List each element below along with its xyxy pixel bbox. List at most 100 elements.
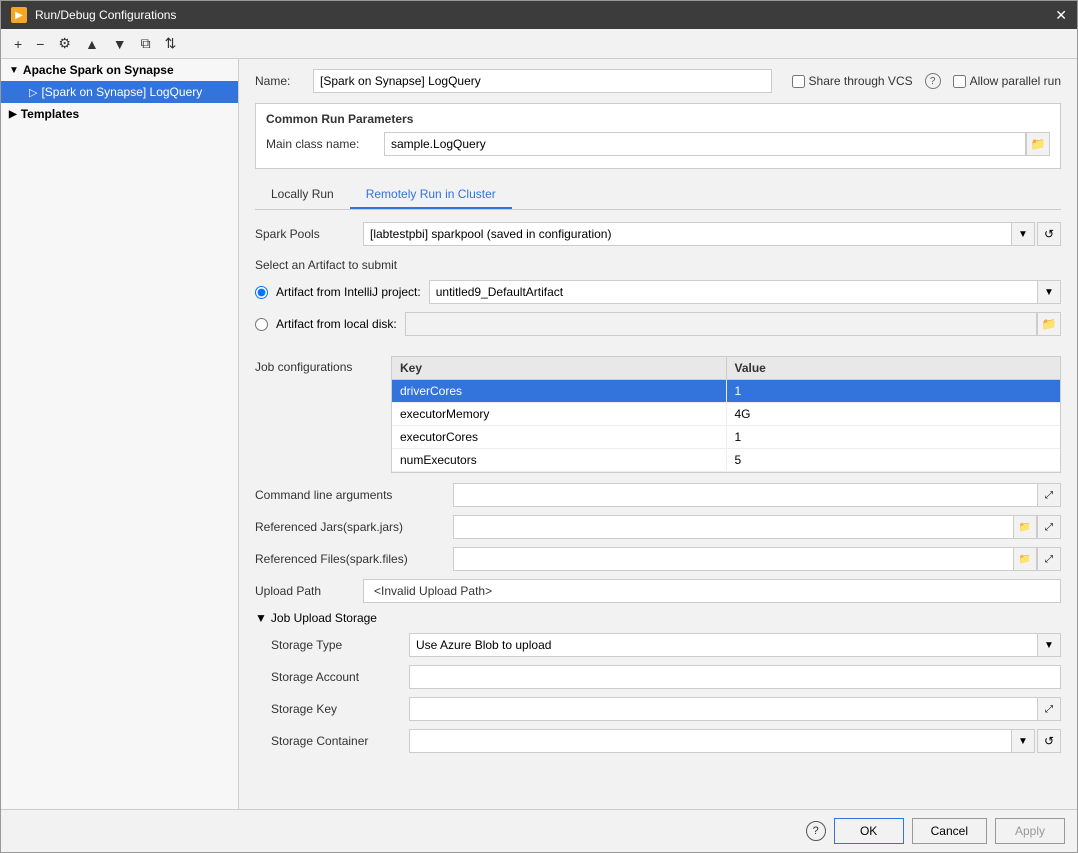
sidebar-group-templates[interactable]: ▶ Templates xyxy=(1,103,238,125)
job-config-label: Job configurations xyxy=(255,356,375,473)
referenced-files-input-wrapper: 📁 ⤢ xyxy=(453,547,1061,571)
common-params-label: Common Run Parameters xyxy=(266,112,1050,126)
copy2-button[interactable]: ⧉ xyxy=(136,32,156,55)
referenced-files-input[interactable] xyxy=(453,547,1013,571)
artifact-disk-radio[interactable] xyxy=(255,318,268,331)
main-class-row: Main class name: 📁 xyxy=(266,132,1050,156)
storage-type-dropdown-arrow[interactable]: ▼ xyxy=(1037,633,1061,657)
storage-collapse-icon: ▼ xyxy=(255,611,267,625)
table-row[interactable]: executorMemory 4G xyxy=(392,403,1060,426)
artifact-intellij-label: Artifact from IntelliJ project: xyxy=(276,285,421,299)
common-run-parameters: Common Run Parameters Main class name: 📁 xyxy=(255,103,1061,169)
referenced-files-expand-button[interactable]: ⤢ xyxy=(1037,547,1061,571)
artifact-intellij-radio[interactable] xyxy=(255,286,268,299)
run-debug-configurations-window: ▶ Run/Debug Configurations ✕ + − ⚙ ▲ ▼ ⧉… xyxy=(0,0,1078,853)
job-upload-storage-header[interactable]: ▼ Job Upload Storage xyxy=(255,611,1061,625)
table-row[interactable]: executorCores 1 xyxy=(392,426,1060,449)
name-label: Name: xyxy=(255,74,305,88)
up-button[interactable]: ▲ xyxy=(80,33,104,55)
table-header: Key Value xyxy=(392,357,1060,380)
sidebar: ▼ Apache Spark on Synapse ▷ [Spark on Sy… xyxy=(1,59,239,809)
storage-account-input[interactable] xyxy=(409,665,1061,689)
command-line-row: Command line arguments ⤢ xyxy=(255,483,1061,507)
table-row[interactable]: driverCores 1 xyxy=(392,380,1060,403)
right-panel: Name: Share through VCS ? Allow parallel… xyxy=(239,59,1077,809)
command-line-input-wrapper: ⤢ xyxy=(453,483,1061,507)
command-line-expand-button[interactable]: ⤢ xyxy=(1037,483,1061,507)
allow-parallel-checkbox[interactable] xyxy=(953,75,966,88)
templates-arrow-icon: ▶ xyxy=(9,109,17,120)
spark-pools-label: Spark Pools xyxy=(255,227,355,241)
storage-account-label: Storage Account xyxy=(271,670,401,684)
table-cell-key: driverCores xyxy=(392,380,727,402)
close-button[interactable]: ✕ xyxy=(1055,7,1067,24)
referenced-files-row: Referenced Files(spark.files) 📁 ⤢ xyxy=(255,547,1061,571)
allow-parallel-label[interactable]: Allow parallel run xyxy=(953,74,1061,88)
templates-label: Templates xyxy=(21,107,79,121)
artifact-disk-row: Artifact from local disk: 📁 xyxy=(255,312,1061,336)
artifact-disk-input-wrapper: 📁 xyxy=(405,312,1061,336)
referenced-jars-label: Referenced Jars(spark.jars) xyxy=(255,520,445,534)
referenced-jars-input-wrapper: 📁 ⤢ xyxy=(453,515,1061,539)
artifact-disk-browse-button[interactable]: 📁 xyxy=(1037,312,1061,336)
name-input[interactable] xyxy=(313,69,772,93)
spark-pools-row: Spark Pools [labtestpbi] sparkpool (save… xyxy=(255,222,1061,246)
storage-key-label: Storage Key xyxy=(271,702,401,716)
artifact-section: Select an Artifact to submit Artifact fr… xyxy=(255,258,1061,344)
window-title: Run/Debug Configurations xyxy=(35,8,176,22)
sidebar-item-log-query[interactable]: ▷ [Spark on Synapse] LogQuery xyxy=(1,81,238,103)
value-header: Value xyxy=(727,357,1061,379)
artifact-intellij-select[interactable]: untitled9_DefaultArtifact xyxy=(429,280,1037,304)
storage-container-dropdown-arrow[interactable]: ▼ xyxy=(1011,729,1035,753)
storage-container-row: Storage Container ▼ ↺ xyxy=(271,729,1061,753)
artifact-disk-label: Artifact from local disk: xyxy=(276,317,397,331)
referenced-jars-folder-button[interactable]: 📁 xyxy=(1013,515,1037,539)
artifact-intellij-select-wrapper: untitled9_DefaultArtifact ▼ xyxy=(429,280,1061,304)
storage-type-select-wrapper: Use Azure Blob to upload ▼ xyxy=(409,633,1061,657)
storage-container-refresh-button[interactable]: ↺ xyxy=(1037,729,1061,753)
storage-key-expand-button[interactable]: ⤢ xyxy=(1037,697,1061,721)
main-class-browse-button[interactable]: 📁 xyxy=(1026,132,1050,156)
tab-remotely-run[interactable]: Remotely Run in Cluster xyxy=(350,181,512,209)
share-vcs-label[interactable]: Share through VCS xyxy=(792,74,913,88)
storage-type-select[interactable]: Use Azure Blob to upload xyxy=(409,633,1037,657)
copy-button[interactable]: ⚙ xyxy=(53,32,76,55)
artifact-disk-input[interactable] xyxy=(405,312,1037,336)
tabs: Locally Run Remotely Run in Cluster xyxy=(255,181,1061,210)
spark-pools-dropdown-arrow[interactable]: ▼ xyxy=(1011,222,1035,246)
share-vcs-checkbox[interactable] xyxy=(792,75,805,88)
down-button[interactable]: ▼ xyxy=(108,33,132,55)
storage-account-row: Storage Account xyxy=(271,665,1061,689)
log-query-label: [Spark on Synapse] LogQuery xyxy=(41,85,202,99)
sidebar-group-apache-spark[interactable]: ▼ Apache Spark on Synapse xyxy=(1,59,238,81)
sort-button[interactable]: ⇅ xyxy=(160,32,182,55)
referenced-files-folder-button[interactable]: 📁 xyxy=(1013,547,1037,571)
key-header: Key xyxy=(392,357,727,379)
remove-button[interactable]: − xyxy=(31,33,49,55)
spark-pools-refresh-button[interactable]: ↺ xyxy=(1037,222,1061,246)
command-line-label: Command line arguments xyxy=(255,488,445,502)
command-line-input[interactable] xyxy=(453,483,1037,507)
vcs-help-icon[interactable]: ? xyxy=(925,73,941,89)
table-row[interactable]: numExecutors 5 xyxy=(392,449,1060,472)
referenced-jars-input[interactable] xyxy=(453,515,1013,539)
artifact-intellij-dropdown-arrow[interactable]: ▼ xyxy=(1037,280,1061,304)
help-button[interactable]: ? xyxy=(806,821,826,841)
main-class-input-wrapper: 📁 xyxy=(384,132,1050,156)
add-button[interactable]: + xyxy=(9,33,27,55)
main-class-label: Main class name: xyxy=(266,137,376,151)
referenced-jars-expand-button[interactable]: ⤢ xyxy=(1037,515,1061,539)
apply-button[interactable]: Apply xyxy=(995,818,1065,844)
table-cell-value: 5 xyxy=(727,449,1061,471)
spark-pools-select[interactable]: [labtestpbi] sparkpool (saved in configu… xyxy=(363,222,1011,246)
storage-key-input[interactable] xyxy=(409,697,1037,721)
bottom-buttons: ? OK Cancel Apply xyxy=(1,809,1077,852)
main-class-input[interactable] xyxy=(384,132,1026,156)
storage-container-select[interactable] xyxy=(409,729,1011,753)
storage-key-row: Storage Key ⤢ xyxy=(271,697,1061,721)
toolbar: + − ⚙ ▲ ▼ ⧉ ⇅ xyxy=(1,29,1077,59)
ok-button[interactable]: OK xyxy=(834,818,904,844)
expand-arrow-icon: ▼ xyxy=(9,65,19,76)
tab-locally-run[interactable]: Locally Run xyxy=(255,181,350,209)
cancel-button[interactable]: Cancel xyxy=(912,818,987,844)
